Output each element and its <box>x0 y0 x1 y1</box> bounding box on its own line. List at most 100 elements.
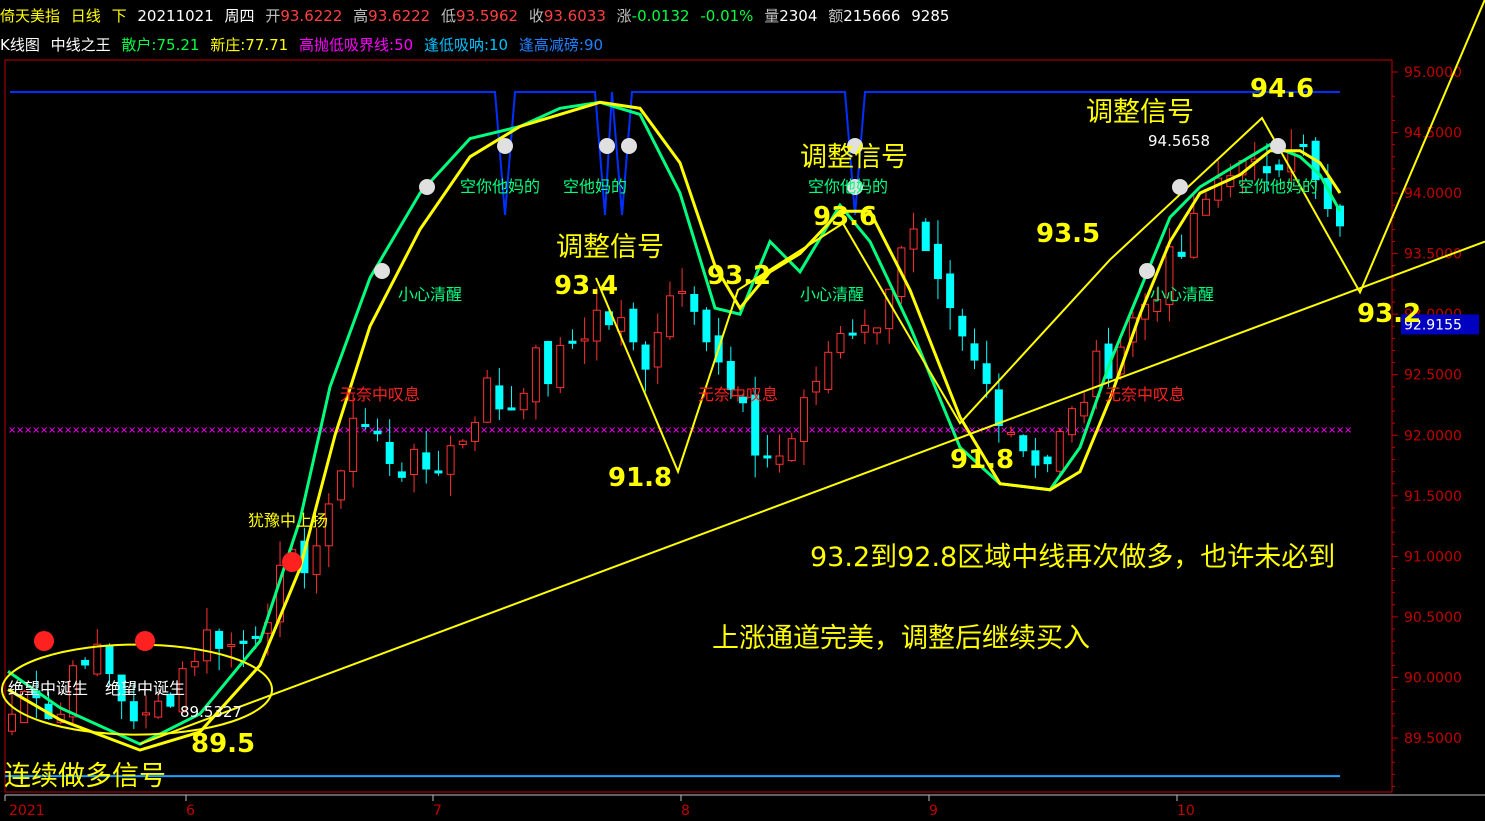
candle-body <box>312 545 321 576</box>
candle-body <box>1043 456 1052 465</box>
candle-body <box>1177 251 1186 257</box>
candle-body <box>361 424 370 428</box>
price-label: 93.2 <box>1357 299 1421 329</box>
candle-body <box>1214 177 1223 201</box>
adjust-signal-label: 调整信号 <box>1086 97 1194 128</box>
candle-body <box>81 659 90 666</box>
face-icon <box>374 263 390 279</box>
candle-body <box>1092 350 1101 398</box>
candle-body <box>580 338 589 342</box>
candle-body <box>641 344 650 370</box>
careful-label: 小心清醒 <box>398 285 462 304</box>
candle-body <box>751 394 760 456</box>
candle-body <box>690 293 699 312</box>
candle-body <box>154 700 163 718</box>
low-price-label: 89.5327 <box>180 703 242 721</box>
face-icon <box>419 179 435 195</box>
candle-body <box>1031 450 1040 466</box>
red-marker-icon <box>135 631 155 651</box>
candle-body <box>446 445 455 475</box>
candle-body <box>994 389 1003 427</box>
candle-body <box>105 645 114 675</box>
candle-body <box>1262 166 1271 174</box>
y-tick-label: 94.0000 <box>1404 186 1462 202</box>
candle-body <box>202 629 211 662</box>
candle-body <box>653 332 662 368</box>
channel-comment: 上涨通道完美，调整后继续买入 <box>712 623 1090 654</box>
long-signal-label: 连续做多信号 <box>4 761 166 792</box>
careful-label: 小心清醒 <box>1150 285 1214 304</box>
candle-body <box>1189 212 1198 258</box>
candle-body <box>860 324 869 333</box>
y-tick-label: 91.0000 <box>1404 549 1462 565</box>
candle-body <box>458 440 467 445</box>
candle-body <box>1201 198 1210 216</box>
candle-body <box>1275 164 1284 171</box>
candle-body <box>227 643 236 647</box>
face-icon <box>1172 179 1188 195</box>
candle-body <box>763 455 772 459</box>
candle-body <box>93 643 102 675</box>
candle-body <box>129 701 138 722</box>
price-label: 91.8 <box>950 445 1014 475</box>
y-tick-label: 92.0000 <box>1404 428 1462 444</box>
adjust-signal-label: 调整信号 <box>800 142 908 173</box>
hatch-mark: × <box>1344 425 1352 436</box>
candle-body <box>799 397 808 442</box>
candle-body <box>495 385 504 410</box>
candle-body <box>629 308 638 343</box>
price-label: 94.6 <box>1250 74 1314 104</box>
price-label: 89.5 <box>191 729 255 759</box>
candle-body <box>775 455 784 465</box>
candle-body <box>422 452 431 470</box>
candle-body <box>215 630 224 649</box>
sigh-label: 无奈中叹息 <box>698 385 778 404</box>
short-label: 空你他妈的 <box>460 177 540 196</box>
y-tick-label: 90.5000 <box>1404 610 1462 626</box>
red-marker-icon <box>282 552 302 572</box>
candle-body <box>1067 408 1076 436</box>
face-icon <box>1139 263 1155 279</box>
candle-body <box>1007 432 1016 436</box>
candle-body <box>483 377 492 423</box>
high-price-label: 94.5658 <box>1148 132 1210 150</box>
face-icon <box>621 138 637 154</box>
y-tick-label: 92.5000 <box>1404 368 1462 384</box>
candle-body <box>702 309 711 343</box>
hope-label: 绝望中诞生 <box>8 679 88 698</box>
candle-body <box>336 470 345 501</box>
candle-body <box>1019 435 1028 452</box>
candle-body <box>349 417 358 472</box>
y-tick-label: 89.5000 <box>1404 731 1462 747</box>
y-tick-label: 94.5000 <box>1404 126 1462 142</box>
candle-body <box>836 333 845 354</box>
candle-body <box>946 273 955 309</box>
candle-body <box>397 471 406 478</box>
candle-body <box>470 421 479 442</box>
short-label: 空你他妈的 <box>808 177 888 196</box>
candle-body <box>1080 401 1089 417</box>
price-chart[interactable]: 95.000094.500094.000093.500093.000092.50… <box>0 0 1485 821</box>
y-tick-label: 91.5000 <box>1404 489 1462 505</box>
candle-body <box>434 470 443 474</box>
candle-body <box>1055 431 1064 472</box>
candle-body <box>970 343 979 361</box>
face-icon <box>1270 138 1286 154</box>
candle-body <box>982 363 991 384</box>
price-label: 93.6 <box>813 202 877 232</box>
candle-body <box>921 221 930 252</box>
sigh-label: 无奈中叹息 <box>1105 385 1185 404</box>
x-tick-label: 6 <box>186 803 195 819</box>
x-tick-label: 2021 <box>9 803 45 819</box>
x-tick-label: 8 <box>681 803 690 819</box>
face-icon <box>599 138 615 154</box>
short-label: 空你他妈的 <box>1238 177 1318 196</box>
candle-body <box>665 295 674 338</box>
x-tick-label: 10 <box>1177 803 1195 819</box>
x-tick-label: 9 <box>929 803 938 819</box>
price-label: 93.5 <box>1036 219 1100 249</box>
careful-label: 小心清醒 <box>800 285 864 304</box>
hope-label: 绝望中诞生 <box>105 679 185 698</box>
candle-body <box>678 290 687 294</box>
candle-body <box>373 430 382 435</box>
